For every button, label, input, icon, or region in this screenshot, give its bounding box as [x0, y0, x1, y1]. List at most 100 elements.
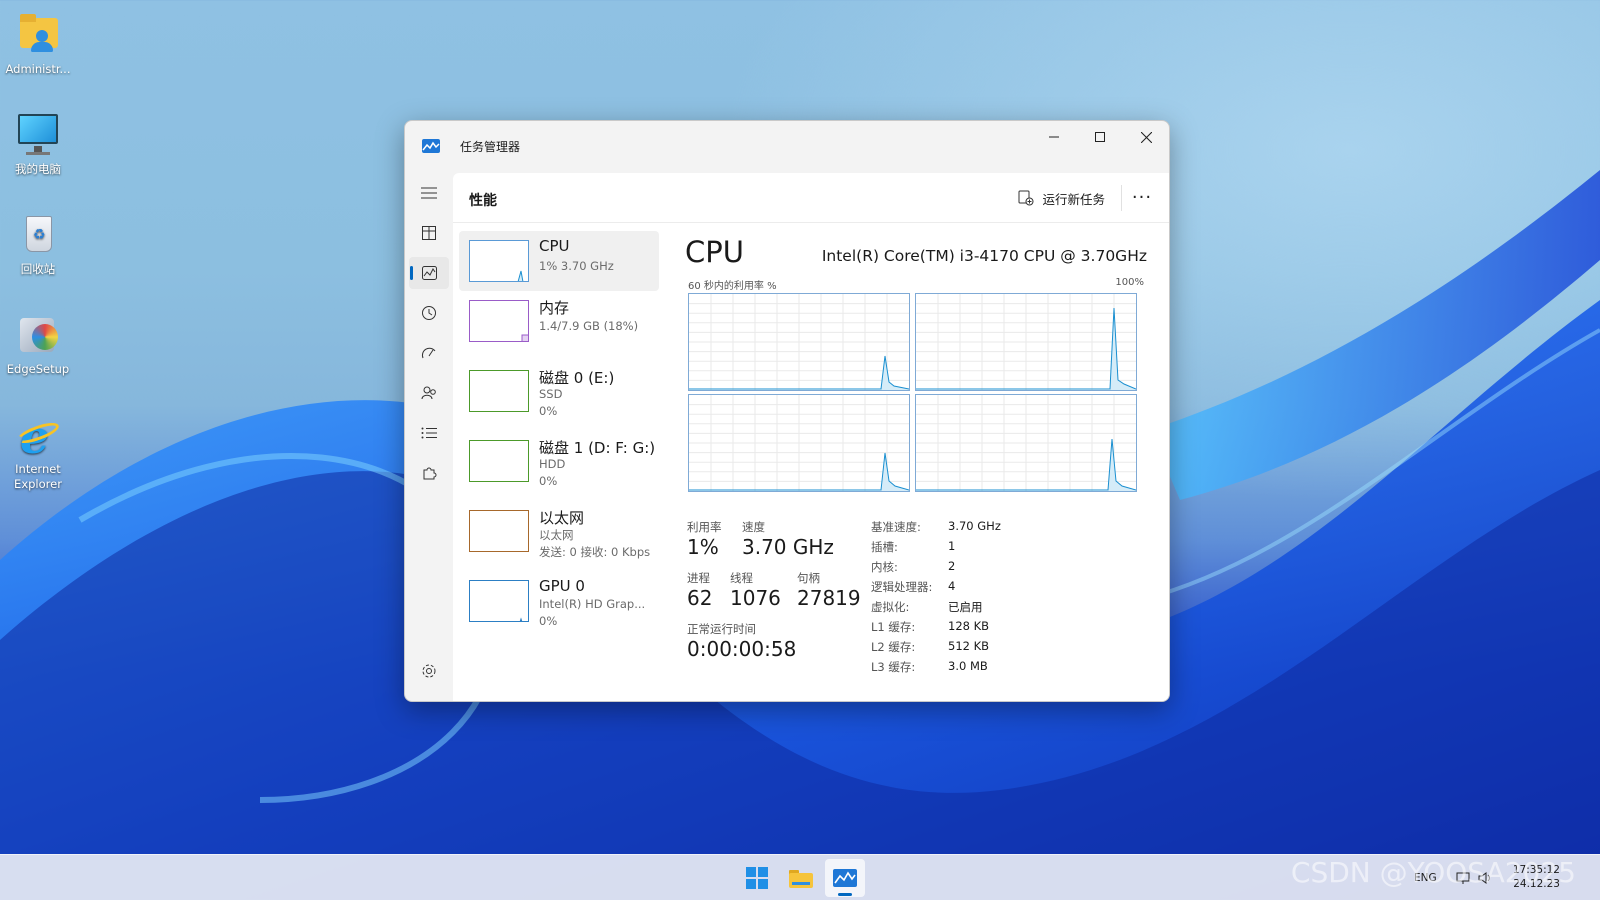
- core-graph-4: [915, 394, 1137, 492]
- resource-list: CPU 1% 3.70 GHz 内存 1.4/7.9 GB (18%) 磁盘 0…: [453, 223, 665, 701]
- file-explorer-button[interactable]: [781, 859, 821, 897]
- header-separator: [1121, 185, 1122, 211]
- resource-name: CPU: [539, 237, 570, 255]
- hamburger-menu-button[interactable]: [409, 177, 449, 209]
- processes-icon: [422, 226, 436, 240]
- services-puzzle-icon: [423, 467, 437, 480]
- nav-settings[interactable]: [409, 655, 449, 687]
- maximize-button[interactable]: [1077, 121, 1123, 153]
- run-task-label: 运行新任务: [1042, 191, 1105, 207]
- disk1-thumbnail-graph: [469, 440, 529, 482]
- resource-item-disk-1[interactable]: 磁盘 1 (D: F: G:) HDD 0%: [459, 431, 659, 501]
- spec-value: 3.0 MB: [948, 659, 988, 673]
- desktop-icon-administrator[interactable]: Administr...: [0, 10, 76, 77]
- nav-app-history[interactable]: [409, 297, 449, 329]
- resource-item-gpu-0[interactable]: GPU 0 Intel(R) HD Grap... 0%: [459, 571, 659, 641]
- graph-label: 60 秒内的利用率 %: [688, 281, 777, 292]
- desktop-icon-internet-explorer[interactable]: e Internet Explorer: [0, 410, 76, 492]
- spec-value: 1: [948, 539, 956, 553]
- content-pane: 性能 运行新任务 ··· CPU 1% 3.70 GHz 内存 1.4/7.9 …: [453, 173, 1169, 701]
- watermark-text: CSDN @YOOSA2025: [1290, 856, 1576, 889]
- navigation-rail: [405, 173, 453, 701]
- history-icon: [422, 306, 436, 320]
- speed-value: 3.70 GHz: [742, 535, 834, 559]
- nav-processes[interactable]: [409, 217, 449, 249]
- windows-logo-icon: [746, 867, 768, 889]
- spec-key: L2 缓存:: [871, 640, 916, 654]
- spec-key: L1 缓存:: [871, 620, 916, 634]
- nav-performance[interactable]: [409, 257, 449, 289]
- handles-label: 句柄: [797, 571, 820, 585]
- graph-max-label: 100%: [1115, 277, 1144, 288]
- memory-thumbnail-graph: [469, 300, 529, 342]
- spec-key: 逻辑处理器:: [871, 580, 933, 594]
- nav-users[interactable]: [409, 377, 449, 409]
- resource-sub: Intel(R) HD Grap...: [539, 597, 646, 611]
- maximize-icon: [1095, 132, 1105, 142]
- resource-name: 磁盘 1 (D: F: G:): [539, 439, 656, 457]
- uptime-label: 正常运行时间: [687, 622, 756, 636]
- resource-sub: HDD: [539, 457, 566, 471]
- desktop-icon-label: EdgeSetup: [6, 362, 70, 376]
- users-icon: [421, 386, 436, 400]
- resource-sub: 1.4/7.9 GB (18%): [539, 319, 639, 333]
- title-bar[interactable]: 任务管理器: [405, 121, 1169, 173]
- core-graph-2: [915, 293, 1137, 391]
- resource-sub: 1% 3.70 GHz: [539, 259, 614, 273]
- core-graph-1: [688, 293, 910, 391]
- ethernet-thumbnail-graph: [469, 510, 529, 552]
- desktop-icon-recycle-bin[interactable]: ♻ 回收站: [0, 210, 76, 277]
- disk0-thumbnail-graph: [469, 370, 529, 412]
- details-list-icon: [421, 427, 437, 439]
- cpu-core-graphs: [688, 293, 1140, 493]
- desktop-icon-my-computer[interactable]: 我的电脑: [0, 110, 76, 177]
- nav-details[interactable]: [409, 417, 449, 449]
- desktop-icon-label: 我的电脑: [15, 162, 61, 176]
- minimize-button[interactable]: [1031, 121, 1077, 153]
- more-icon: ···: [1131, 186, 1153, 208]
- spec-value: 已启用: [948, 600, 983, 614]
- recycle-bin-icon: ♻: [14, 210, 62, 258]
- resource-item-disk-0[interactable]: 磁盘 0 (E:) SSD 0%: [459, 361, 659, 431]
- startup-gauge-icon: [421, 347, 436, 359]
- util-value: 1%: [687, 535, 719, 559]
- run-task-icon: [1018, 190, 1034, 206]
- monitor-icon: [14, 110, 62, 158]
- resource-sub: SSD: [539, 387, 563, 401]
- page-title: 性能: [469, 193, 497, 209]
- task-manager-icon: [833, 869, 857, 887]
- resource-item-cpu[interactable]: CPU 1% 3.70 GHz: [459, 231, 659, 291]
- task-manager-app-icon: [422, 139, 440, 153]
- settings-gear-icon: [422, 664, 436, 678]
- detail-title: CPU: [685, 235, 744, 269]
- desktop-icon-label: Administr...: [5, 62, 71, 76]
- performance-icon: [421, 266, 437, 280]
- spec-value: 4: [948, 579, 956, 593]
- resource-item-memory[interactable]: 内存 1.4/7.9 GB (18%): [459, 291, 659, 361]
- close-button[interactable]: [1123, 121, 1169, 153]
- resource-name: 磁盘 0 (E:): [539, 369, 615, 387]
- start-button[interactable]: [737, 859, 777, 897]
- window-title: 任务管理器: [460, 140, 521, 154]
- desktop-icon-edgesetup[interactable]: EdgeSetup: [0, 310, 76, 377]
- task-manager-taskbar-button[interactable]: [825, 859, 865, 897]
- gpu-thumbnail-graph: [469, 580, 529, 622]
- spec-key: L3 缓存:: [871, 660, 916, 674]
- resource-sub: 0%: [539, 474, 558, 488]
- util-label: 利用率: [687, 520, 722, 534]
- nav-startup-apps[interactable]: [409, 337, 449, 369]
- desktop-icon-label: 回收站: [20, 262, 56, 276]
- resource-item-ethernet[interactable]: 以太网 以太网 发送: 0 接收: 0 Kbps: [459, 501, 659, 571]
- folder-icon: [789, 870, 813, 888]
- spec-key: 基准速度:: [871, 520, 921, 534]
- spec-value: 128 KB: [948, 619, 990, 633]
- run-new-task-button[interactable]: 运行新任务: [1018, 187, 1105, 209]
- threads-value: 1076: [730, 586, 781, 610]
- cpu-model: Intel(R) Core(TM) i3-4170 CPU @ 3.70GHz: [821, 247, 1147, 265]
- resource-name: 内存: [539, 299, 570, 317]
- spec-value: 2: [948, 559, 956, 573]
- hamburger-icon: [421, 187, 437, 199]
- nav-services[interactable]: [409, 457, 449, 489]
- more-options-button[interactable]: ···: [1127, 183, 1157, 211]
- resource-sub: 0%: [539, 404, 558, 418]
